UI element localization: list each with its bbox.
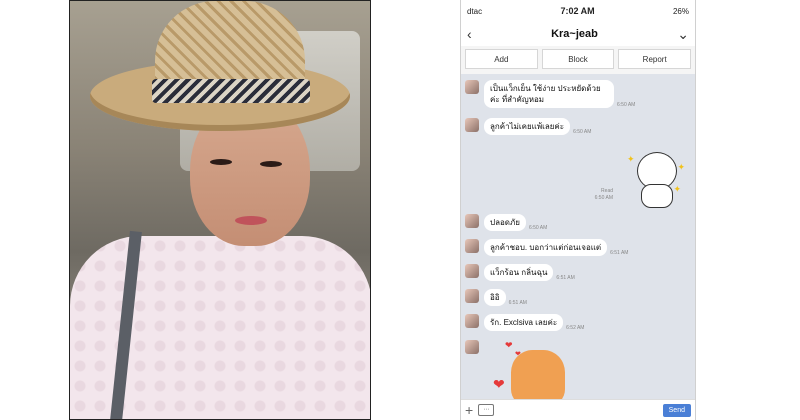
profile-photo bbox=[69, 0, 371, 420]
block-button[interactable]: Block bbox=[541, 49, 615, 69]
avatar[interactable] bbox=[465, 214, 479, 228]
message-row: ลูกค้าชอบ. บอกว่าแต่ก่อนเจอแต่ 6:51 AM bbox=[465, 239, 628, 256]
hat-band bbox=[152, 79, 310, 103]
sent-sticker[interactable]: ✦ ✦ ✦ bbox=[627, 150, 685, 208]
chat-header: ‹ Kra~jeab ⌄ bbox=[461, 22, 695, 46]
read-label: Read bbox=[601, 188, 613, 194]
message-list: เป็นแว็กเย็น ใช้ง่าย ประหยัดด้วยค่ะ ที่ส… bbox=[461, 72, 695, 406]
message-time: 6:50 AM bbox=[617, 102, 636, 108]
avatar[interactable] bbox=[465, 289, 479, 303]
battery-label: 26% bbox=[672, 6, 689, 16]
back-chevron-icon[interactable]: ‹ bbox=[467, 26, 472, 42]
dropdown-chevron-icon[interactable]: ⌄ bbox=[677, 26, 689, 43]
message-bubble: รัก. Exclsiva เลยค่ะ bbox=[484, 314, 564, 331]
message-time: 6:51 AM bbox=[508, 300, 527, 306]
message-time: 6:50 AM bbox=[528, 225, 548, 231]
message-bubble: เป็นแว็กเย็น ใช้ง่าย ประหยัดด้วยค่ะ ที่ส… bbox=[484, 80, 614, 108]
keyboard-icon[interactable]: ⋯ bbox=[478, 404, 495, 416]
eye-right bbox=[260, 161, 282, 167]
message-row: รัก. Exclsiva เลยค่ะ 6:52 AM bbox=[465, 314, 584, 331]
message-time: 6:50 AM bbox=[573, 129, 592, 135]
message-time: 6:51 AM bbox=[610, 250, 629, 256]
message-time: 6:51 AM bbox=[556, 275, 575, 281]
message-row: แว็กร้อน กลิ่นฉุน 6:51 AM bbox=[465, 264, 575, 281]
add-button[interactable]: Add bbox=[465, 49, 538, 69]
carrier-label: dtac bbox=[467, 6, 483, 16]
message-bubble: ลูกค้าชอบ. บอกว่าแต่ก่อนเจอแต่ bbox=[484, 239, 608, 256]
message-bubble: ลูกค้าไม่เคยแพ้เลยค่ะ bbox=[484, 118, 571, 135]
plus-icon[interactable]: + bbox=[465, 402, 473, 418]
message-time: 6:52 AM bbox=[566, 325, 585, 331]
chat-title: Kra~jeab bbox=[551, 28, 598, 40]
avatar[interactable] bbox=[465, 80, 479, 94]
message-bubble: ปลอดภัย bbox=[484, 214, 526, 231]
chat-screen: dtac 7:02 AM 26% ‹ Kra~jeab ⌄ Add Block … bbox=[460, 0, 696, 420]
message-row bbox=[465, 340, 484, 354]
eye-left bbox=[210, 159, 232, 165]
lips bbox=[235, 216, 267, 225]
sent-time: 6:50 AM bbox=[594, 195, 613, 201]
message-bubble: อิอิ bbox=[484, 289, 506, 306]
message-row: เป็นแว็กเย็น ใช้ง่าย ประหยัดด้วยค่ะ ที่ส… bbox=[465, 80, 635, 108]
report-button[interactable]: Report bbox=[618, 49, 692, 69]
message-row: ปลอดภัย 6:50 AM bbox=[465, 214, 547, 231]
status-bar: dtac 7:02 AM 26% bbox=[461, 0, 695, 22]
composer: + ⋯ Send bbox=[461, 399, 695, 420]
clock: 7:02 AM bbox=[560, 6, 595, 16]
avatar[interactable] bbox=[465, 314, 479, 328]
message-input[interactable] bbox=[499, 404, 657, 416]
action-bar: Add Block Report bbox=[461, 46, 695, 74]
read-receipt: Read 6:50 AM bbox=[595, 188, 613, 202]
send-button[interactable]: Send bbox=[662, 403, 691, 417]
avatar[interactable] bbox=[465, 239, 479, 253]
message-row: ลูกค้าไม่เคยแพ้เลยค่ะ 6:50 AM bbox=[465, 118, 591, 135]
avatar[interactable] bbox=[465, 340, 479, 354]
message-row: อิอิ 6:51 AM bbox=[465, 289, 527, 306]
avatar[interactable] bbox=[465, 118, 479, 132]
message-bubble: แว็กร้อน กลิ่นฉุน bbox=[484, 264, 554, 281]
avatar[interactable] bbox=[465, 264, 479, 278]
